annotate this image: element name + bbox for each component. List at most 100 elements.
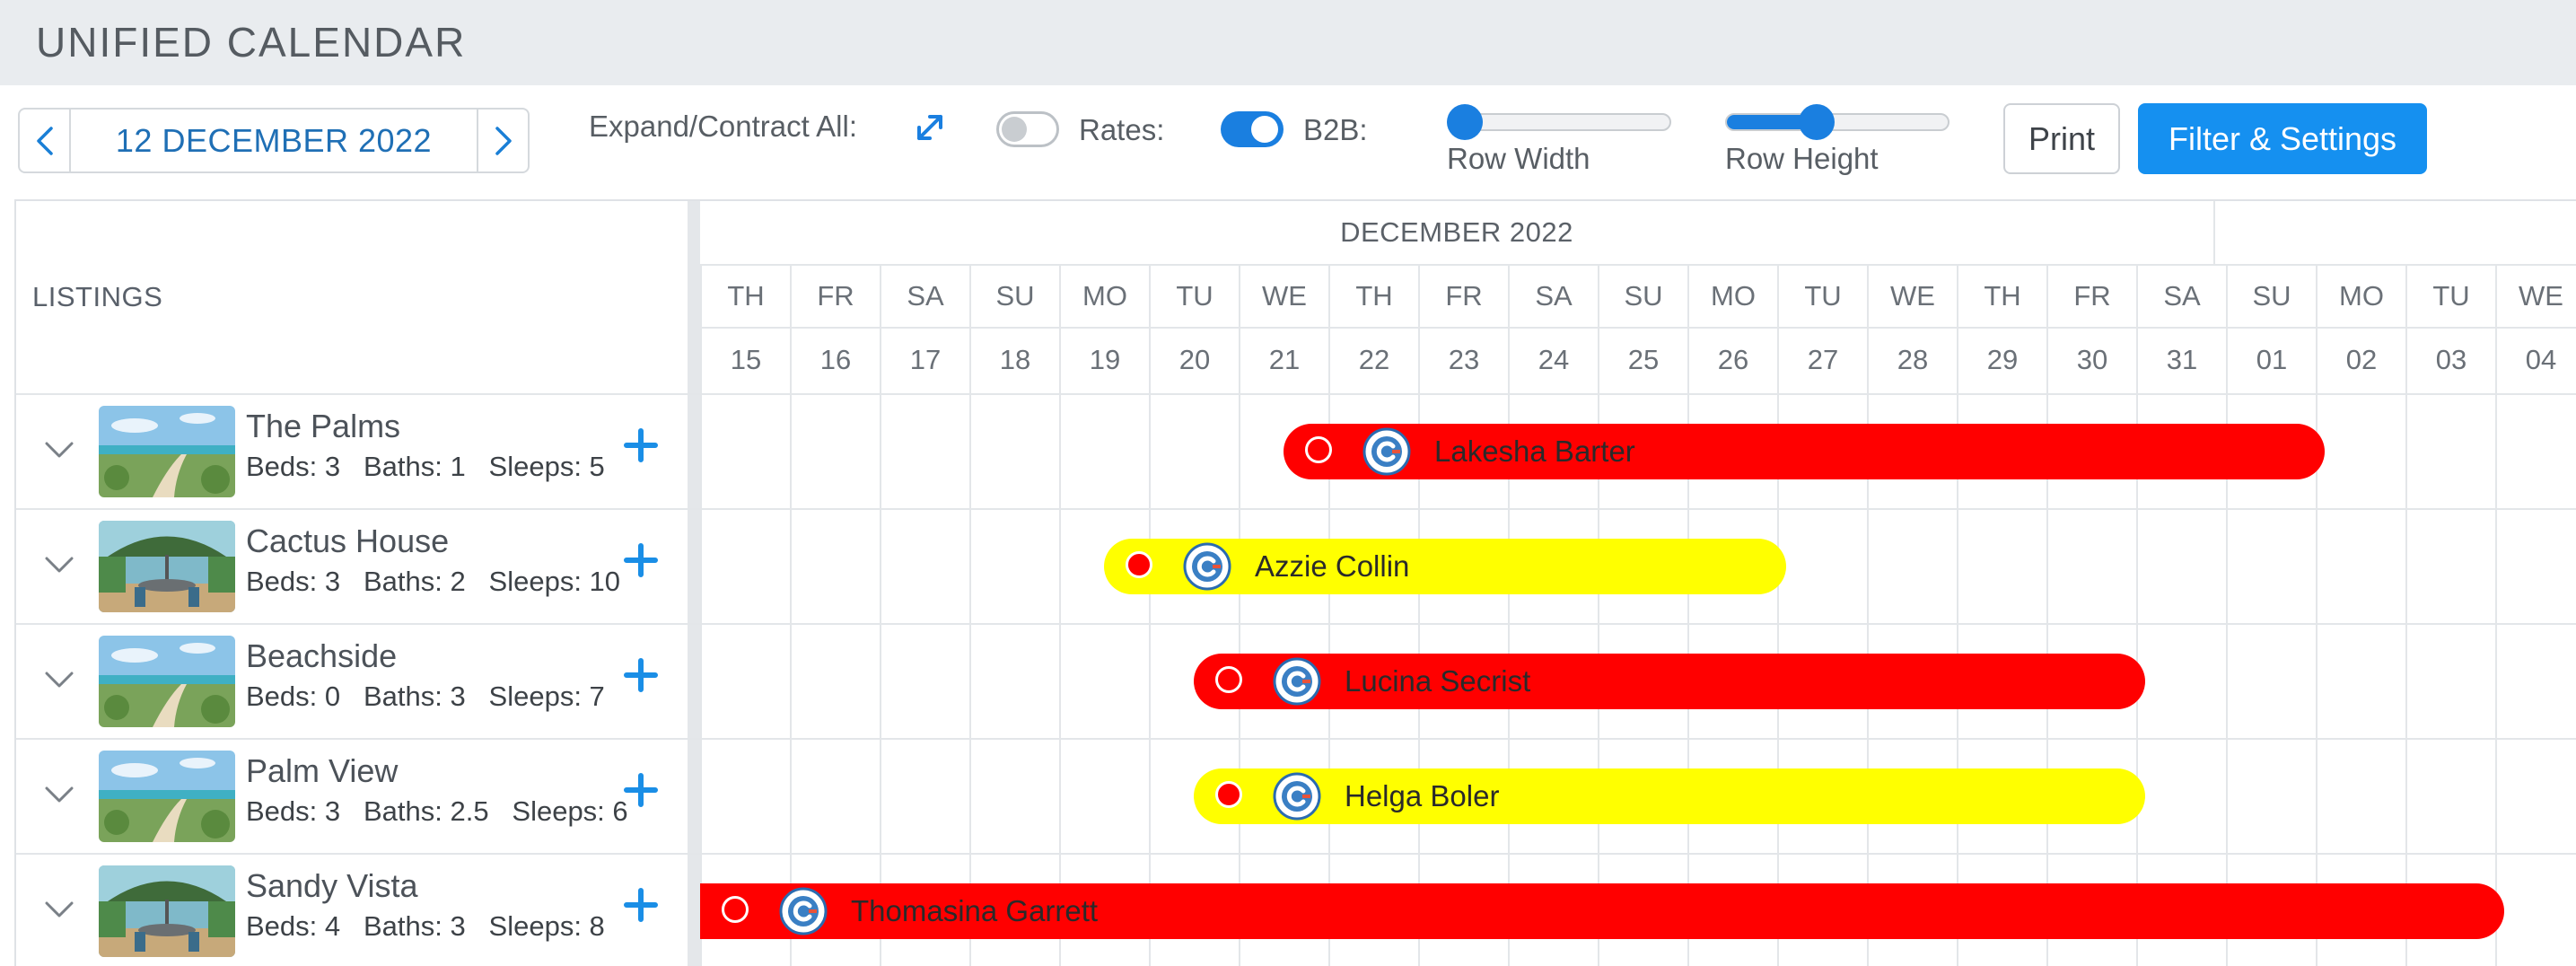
calendar-grid: LISTINGS DECEMBER 2022 TH 15 FR 16 SA 17 SU 18 M…	[14, 199, 2576, 966]
listing-specs: Beds: 0 Baths: 3 Sleeps: 7	[246, 681, 605, 712]
status-dot	[722, 896, 749, 923]
day-of-week: TH	[1958, 266, 2046, 329]
day-number: 17	[909, 344, 942, 375]
listing-photo	[99, 406, 235, 497]
listing-thumbnail[interactable]	[99, 406, 235, 497]
day-number: 23	[1448, 344, 1480, 375]
row-height-label: Row Height	[1725, 142, 1879, 175]
listing-name[interactable]: Beachside	[246, 637, 397, 675]
listing-thumbnail[interactable]	[99, 521, 235, 612]
row-width-slider[interactable]	[1447, 104, 1671, 140]
status-dot	[1126, 551, 1152, 578]
day-number: 24	[1538, 344, 1570, 375]
listing-name[interactable]: Cactus House	[246, 523, 449, 560]
listing-thumbnail[interactable]	[99, 751, 235, 842]
toggle-knob	[1251, 116, 1278, 143]
chevron-down-icon[interactable]	[41, 546, 77, 582]
listing-row: Beachside Beds: 0 Baths: 3 Sleeps: 7 Lucin…	[16, 625, 2576, 740]
expand-arrows-icon[interactable]	[912, 110, 948, 145]
filter-settings-button[interactable]: Filter & Settings	[2138, 103, 2427, 174]
day-of-week: SU	[971, 266, 1059, 329]
listing-name[interactable]: The Palms	[246, 408, 400, 445]
listing-row: Palm View Beds: 3 Baths: 2.5 Sleeps: 6 Hel…	[16, 740, 2576, 855]
rates-label: Rates:	[1079, 113, 1165, 146]
slider-thumb[interactable]	[1447, 104, 1483, 140]
day-of-week: WE	[1869, 266, 1957, 329]
booking-bar[interactable]: Thomasina Garrett	[700, 883, 2504, 939]
day-of-week: MO	[2318, 266, 2405, 329]
day-number: 29	[1986, 344, 2019, 375]
listing-photo	[99, 865, 235, 957]
booking-bar[interactable]: Lakesha Barter	[1284, 424, 2325, 479]
day-of-week: SA	[881, 266, 969, 329]
listing-name[interactable]: Palm View	[246, 752, 398, 790]
add-booking-icon[interactable]	[623, 427, 659, 463]
listing-specs: Beds: 3 Baths: 1 Sleeps: 5	[246, 451, 605, 482]
rates-toggle[interactable]	[996, 111, 1059, 147]
booking-bar[interactable]: Lucina Secrist	[1194, 654, 2145, 709]
day-number: 22	[1358, 344, 1390, 375]
listing-thumbnail[interactable]	[99, 636, 235, 727]
day-of-week: SU	[2228, 266, 2316, 329]
add-booking-icon[interactable]	[623, 887, 659, 923]
add-booking-icon[interactable]	[623, 542, 659, 578]
listing-thumbnail[interactable]	[99, 865, 235, 957]
day-of-week: SA	[2138, 266, 2226, 329]
day-number: 15	[730, 344, 762, 375]
day-number: 19	[1089, 344, 1121, 375]
chevron-down-icon[interactable]	[41, 891, 77, 926]
day-number: 31	[2166, 344, 2198, 375]
listing-photo	[99, 521, 235, 612]
listing-specs: Beds: 3 Baths: 2.5 Sleeps: 6	[246, 795, 628, 827]
day-number: 16	[819, 344, 852, 375]
channel-logo-icon	[779, 887, 828, 935]
booking-bar[interactable]: Helga Boler	[1194, 768, 2145, 824]
day-number: 04	[2525, 344, 2557, 375]
app-header: UNIFIED CALENDAR	[0, 0, 2576, 85]
day-of-week: WE	[1240, 266, 1328, 329]
slider-thumb[interactable]	[1799, 104, 1836, 140]
listing-photo	[99, 751, 235, 842]
day-number: 28	[1897, 344, 1929, 375]
status-dot	[1215, 781, 1242, 808]
listing-name[interactable]: Sandy Vista	[246, 867, 417, 905]
listings-header: LISTINGS	[32, 281, 163, 312]
guest-name: Lakesha Barter	[1434, 435, 1635, 468]
channel-logo-icon	[1273, 772, 1321, 821]
day-of-week: TU	[1779, 266, 1867, 329]
print-button[interactable]: Print	[2003, 103, 2120, 174]
listing-row: Cactus House Beds: 3 Baths: 2 Sleeps: 10 A…	[16, 510, 2576, 625]
day-of-week: MO	[1061, 266, 1149, 329]
add-booking-icon[interactable]	[623, 772, 659, 808]
month-header: DECEMBER 2022	[700, 201, 2215, 266]
date-navigator: 12 DECEMBER 2022	[18, 108, 530, 173]
channel-logo-icon	[1183, 542, 1231, 591]
chevron-down-icon[interactable]	[41, 431, 77, 467]
current-date[interactable]: 12 DECEMBER 2022	[71, 110, 477, 171]
day-of-week: TH	[702, 266, 790, 329]
listing-row: Sandy Vista Beds: 4 Baths: 3 Sleeps: 8 Tho…	[16, 855, 2576, 966]
status-dot	[1215, 666, 1242, 693]
add-booking-icon[interactable]	[623, 657, 659, 693]
page-title: UNIFIED CALENDAR	[36, 19, 467, 66]
chevron-down-icon[interactable]	[41, 776, 77, 812]
day-number: 21	[1268, 344, 1301, 375]
day-of-week: SU	[1599, 266, 1687, 329]
listing-specs: Beds: 3 Baths: 2 Sleeps: 10	[246, 566, 621, 597]
next-month-header	[2215, 201, 2576, 266]
day-of-week: WE	[2497, 266, 2576, 329]
day-of-week: SA	[1510, 266, 1598, 329]
chevron-down-icon[interactable]	[41, 661, 77, 697]
prev-date-button[interactable]	[20, 110, 71, 171]
channel-logo-icon	[1362, 427, 1411, 476]
row-height-slider[interactable]	[1725, 104, 1950, 140]
b2b-toggle[interactable]	[1221, 111, 1284, 147]
status-dot	[1305, 436, 1332, 463]
guest-name: Helga Boler	[1345, 779, 1500, 812]
next-date-button[interactable]	[477, 110, 528, 171]
expand-contract-label: Expand/Contract All:	[589, 110, 857, 143]
guest-name: Azzie Collin	[1255, 549, 1410, 583]
channel-logo-icon	[1273, 657, 1321, 706]
booking-bar[interactable]: Azzie Collin	[1104, 539, 1786, 594]
chevron-left-icon	[36, 126, 53, 155]
